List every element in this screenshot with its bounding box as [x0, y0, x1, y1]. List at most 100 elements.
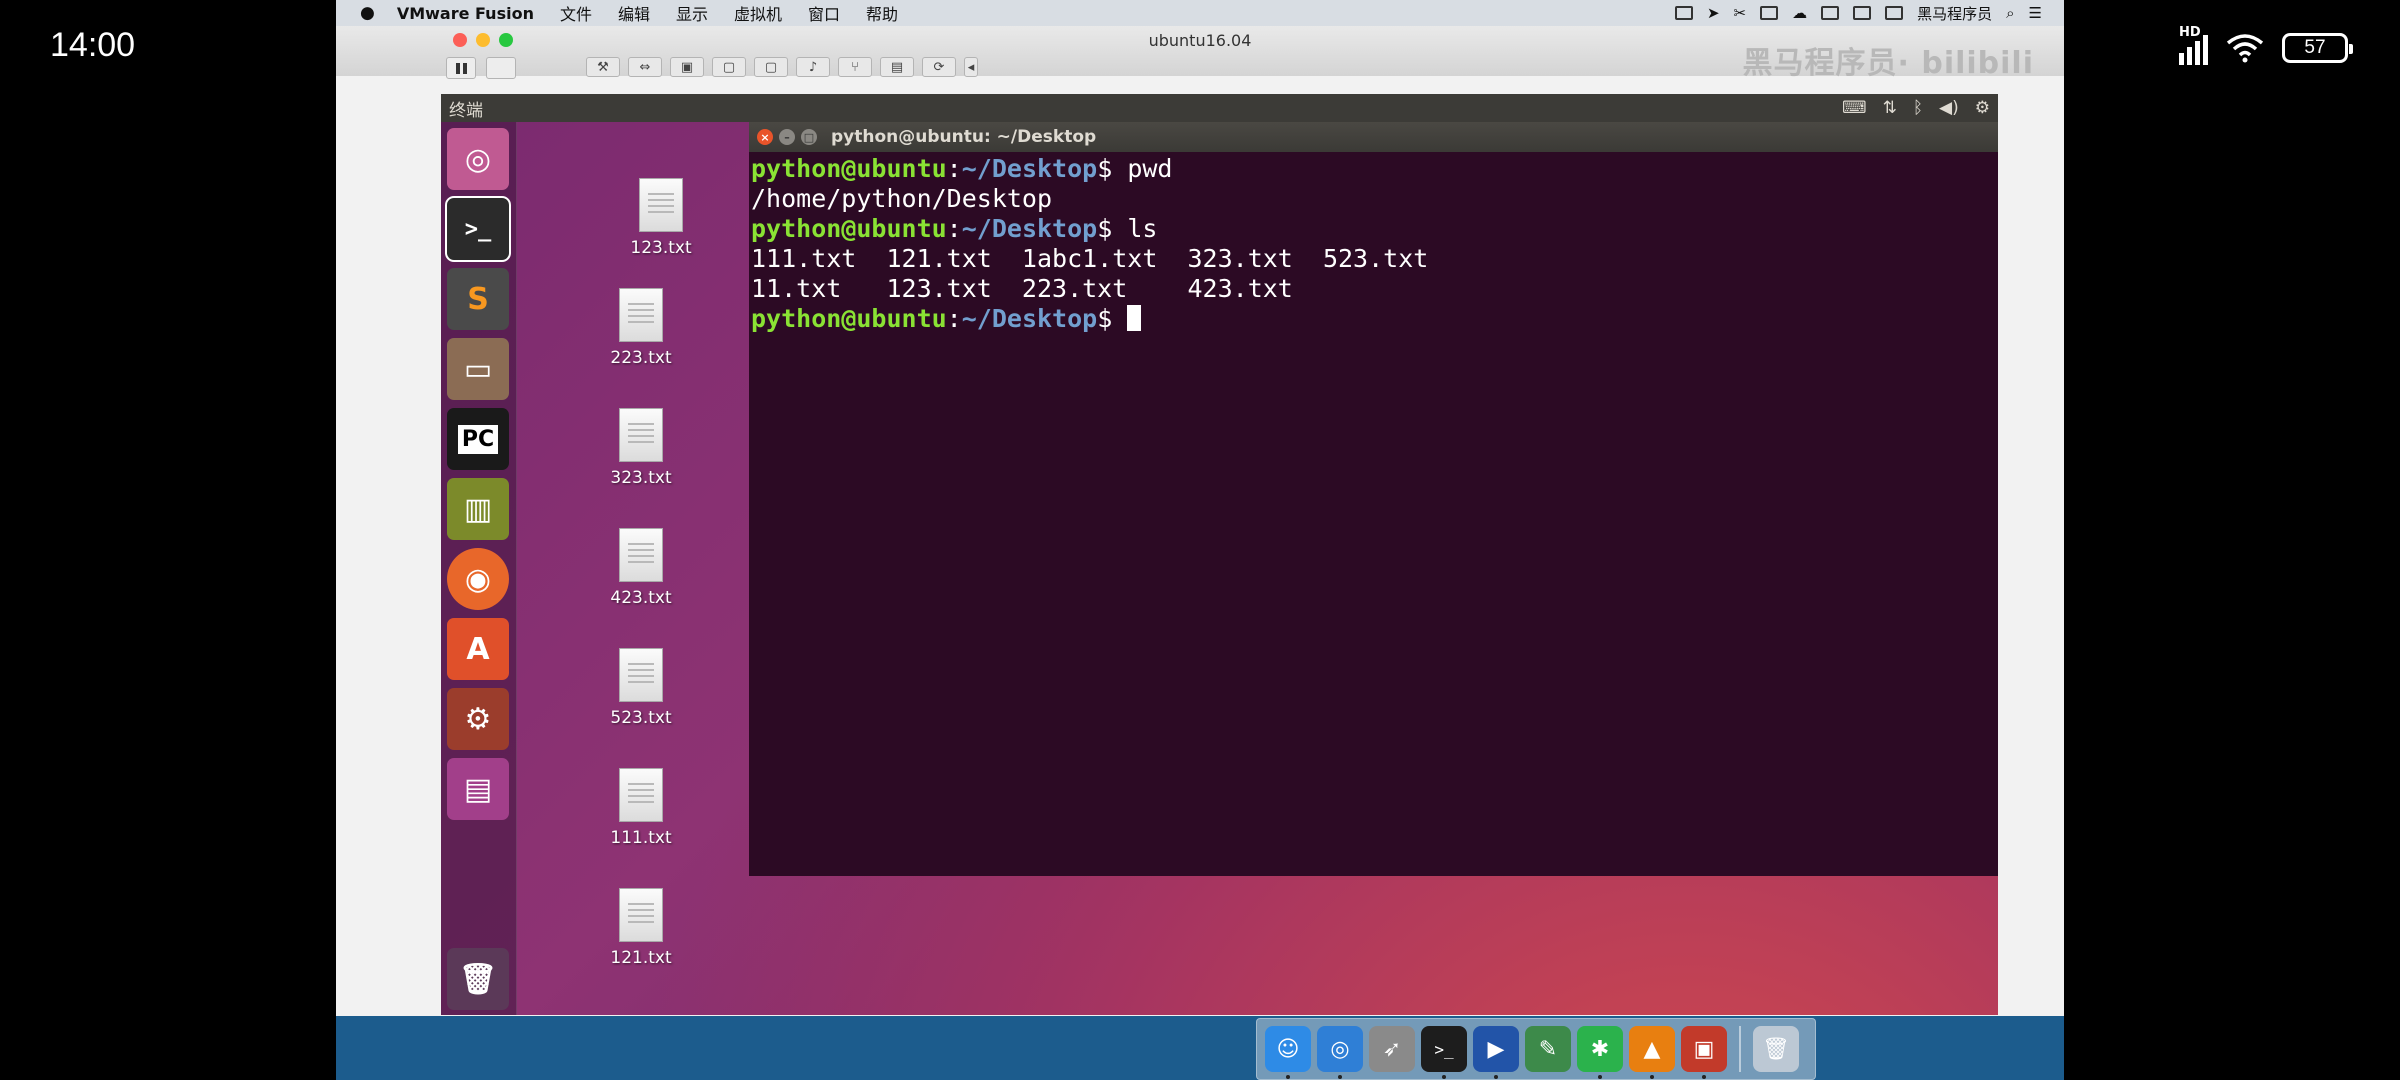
- settings-wrench-icon[interactable]: ⚒: [586, 57, 620, 77]
- menubar-user[interactable]: 黑马程序员: [1917, 3, 1992, 24]
- launcher-firefox[interactable]: ◉: [447, 548, 509, 610]
- launcher-workspaces[interactable]: ▤: [447, 758, 509, 820]
- text-file-icon: [619, 288, 663, 342]
- dock-vlc[interactable]: ▲: [1629, 1026, 1675, 1079]
- ubuntu-indicators: ⌨ ⇅ ᛒ ◀) ⚙: [1842, 94, 1990, 122]
- launcher-software-center[interactable]: A: [447, 618, 509, 680]
- usb-icon[interactable]: ⑂: [838, 57, 872, 77]
- send-icon[interactable]: ➤: [1707, 4, 1720, 22]
- text-file-icon: [639, 178, 683, 232]
- terminal-titlebar: × – □ python@ubuntu: ~/Desktop: [749, 122, 1998, 152]
- text-file-icon: [619, 528, 663, 582]
- pycharm-icon: PC: [457, 424, 499, 454]
- sync-icon[interactable]: ⟳: [922, 57, 956, 77]
- ubuntu-topbar: 终端 ⌨ ⇅ ᛒ ◀) ⚙: [441, 94, 1998, 122]
- menu-help[interactable]: 帮助: [866, 1, 898, 25]
- maximize-icon[interactable]: □: [801, 129, 817, 145]
- dock-stickies[interactable]: ✎: [1525, 1026, 1571, 1072]
- snapshot-button[interactable]: [486, 57, 516, 79]
- menu-edit[interactable]: 编辑: [618, 1, 650, 25]
- launcher-pycharm[interactable]: PC: [447, 408, 509, 470]
- desktop-file[interactable]: 123.txt: [601, 178, 721, 258]
- app-menu[interactable]: VMware Fusion: [397, 4, 534, 23]
- dock-vmware-fusion[interactable]: ▣: [1681, 1026, 1727, 1079]
- terminal-output[interactable]: python@ubuntu:~/Desktop$ pwd/home/python…: [751, 154, 1428, 334]
- screen-record-icon[interactable]: [1674, 6, 1693, 20]
- dock-launchpad[interactable]: ➶: [1369, 1026, 1415, 1072]
- launcher-books[interactable]: ▥: [447, 478, 509, 540]
- disk-icon[interactable]: ▣: [670, 57, 704, 77]
- scissors-icon[interactable]: ✂: [1734, 4, 1747, 22]
- terminal-icon: >_: [1434, 1039, 1454, 1059]
- menubar-status-items: ➤ ✂ ☁ 黑马程序员 ⌕ ☰: [1674, 0, 2042, 26]
- keyboard-indicator-icon[interactable]: ⌨: [1842, 98, 1867, 118]
- bluetooth-icon[interactable]: ᛒ: [1913, 98, 1923, 118]
- terminal-cursor: [1127, 305, 1142, 331]
- dock-trash[interactable]: 🗑: [1753, 1026, 1799, 1072]
- phone-status-bar: HD 57: [2179, 25, 2353, 68]
- file-label: 323.txt: [610, 468, 672, 488]
- system-settings-icon: ⚙: [464, 701, 492, 737]
- desktop-file[interactable]: 121.txt: [581, 888, 701, 968]
- file-label: 123.txt: [630, 238, 692, 258]
- screenflow-icon: ▶: [1487, 1036, 1505, 1062]
- terminal-window[interactable]: × – □ python@ubuntu: ~/Desktop python@ub…: [749, 122, 1998, 876]
- text-file-icon: [619, 408, 663, 462]
- dock-xmind[interactable]: ✱: [1577, 1026, 1623, 1079]
- terminal-line: /home/python/Desktop: [751, 184, 1053, 213]
- launcher-ubuntu-dash[interactable]: ◎: [447, 128, 509, 190]
- dock-terminal[interactable]: >_: [1421, 1026, 1467, 1079]
- xmind-icon: ✱: [1590, 1036, 1610, 1062]
- sound-icon[interactable]: ♪: [796, 57, 830, 77]
- dock-separator: [1739, 1026, 1741, 1072]
- file-label: 523.txt: [610, 708, 672, 728]
- desktop-file[interactable]: 323.txt: [581, 408, 701, 488]
- notification-center-icon[interactable]: ☰: [2029, 4, 2042, 22]
- airplay-icon[interactable]: [1821, 6, 1840, 20]
- spotlight-search-icon[interactable]: ⌕: [2006, 4, 2014, 22]
- launcher-terminal[interactable]: >_: [447, 198, 509, 260]
- copy-icon[interactable]: [1760, 6, 1779, 20]
- lock-icon[interactable]: ▢: [712, 57, 746, 77]
- minimize-icon[interactable]: –: [779, 129, 795, 145]
- desktop-file[interactable]: 423.txt: [581, 528, 701, 608]
- menu-view[interactable]: 显示: [676, 1, 708, 25]
- launcher-system-settings[interactable]: ⚙: [447, 688, 509, 750]
- software-center-icon: A: [466, 631, 490, 667]
- cloud-icon[interactable]: ☁: [1792, 4, 1807, 22]
- dock-safari[interactable]: ◎: [1317, 1026, 1363, 1079]
- text-file-icon: [619, 888, 663, 942]
- desktop-file[interactable]: 111.txt: [581, 768, 701, 848]
- launcher-trash[interactable]: 🗑: [447, 948, 509, 1010]
- finder-icon: ☺: [1276, 1036, 1300, 1062]
- vlc-icon: ▲: [1643, 1036, 1661, 1062]
- keyboard-icon[interactable]: [1885, 6, 1904, 20]
- terminal-line: python@ubuntu:~/Desktop$ pwd: [751, 154, 1173, 183]
- network-indicator-icon[interactable]: ⇅: [1883, 98, 1897, 118]
- menu-file[interactable]: 文件: [560, 1, 592, 25]
- toolbar-collapse-icon[interactable]: ◂: [964, 57, 978, 77]
- desktop-file[interactable]: 223.txt: [581, 288, 701, 368]
- battery-menu-icon[interactable]: [1853, 6, 1872, 20]
- active-app-title: 终端: [449, 100, 483, 121]
- file-label: 121.txt: [610, 948, 672, 968]
- launcher-sublime-text[interactable]: S: [447, 268, 509, 330]
- pause-vm-button[interactable]: [446, 57, 476, 79]
- file-label: 111.txt: [610, 828, 672, 848]
- menu-window[interactable]: 窗口: [808, 1, 840, 25]
- dock-finder[interactable]: ☺: [1265, 1026, 1311, 1079]
- dock-screenflow[interactable]: ▶: [1473, 1026, 1519, 1079]
- lock-alt-icon[interactable]: ▢: [754, 57, 788, 77]
- network-icon[interactable]: ⇔: [628, 57, 662, 77]
- launcher-files[interactable]: ▭: [447, 338, 509, 400]
- save-icon[interactable]: ▤: [880, 57, 914, 77]
- close-icon[interactable]: ×: [757, 129, 773, 145]
- firefox-icon: ◉: [464, 561, 492, 597]
- menu-vm[interactable]: 虚拟机: [734, 1, 782, 25]
- desktop-file[interactable]: 523.txt: [581, 648, 701, 728]
- system-gear-icon[interactable]: ⚙: [1975, 98, 1990, 118]
- apple-menu-icon[interactable]: ●: [360, 3, 375, 23]
- launchpad-icon: ➶: [1382, 1036, 1402, 1062]
- volume-icon[interactable]: ◀): [1939, 98, 1959, 118]
- file-label: 223.txt: [610, 348, 672, 368]
